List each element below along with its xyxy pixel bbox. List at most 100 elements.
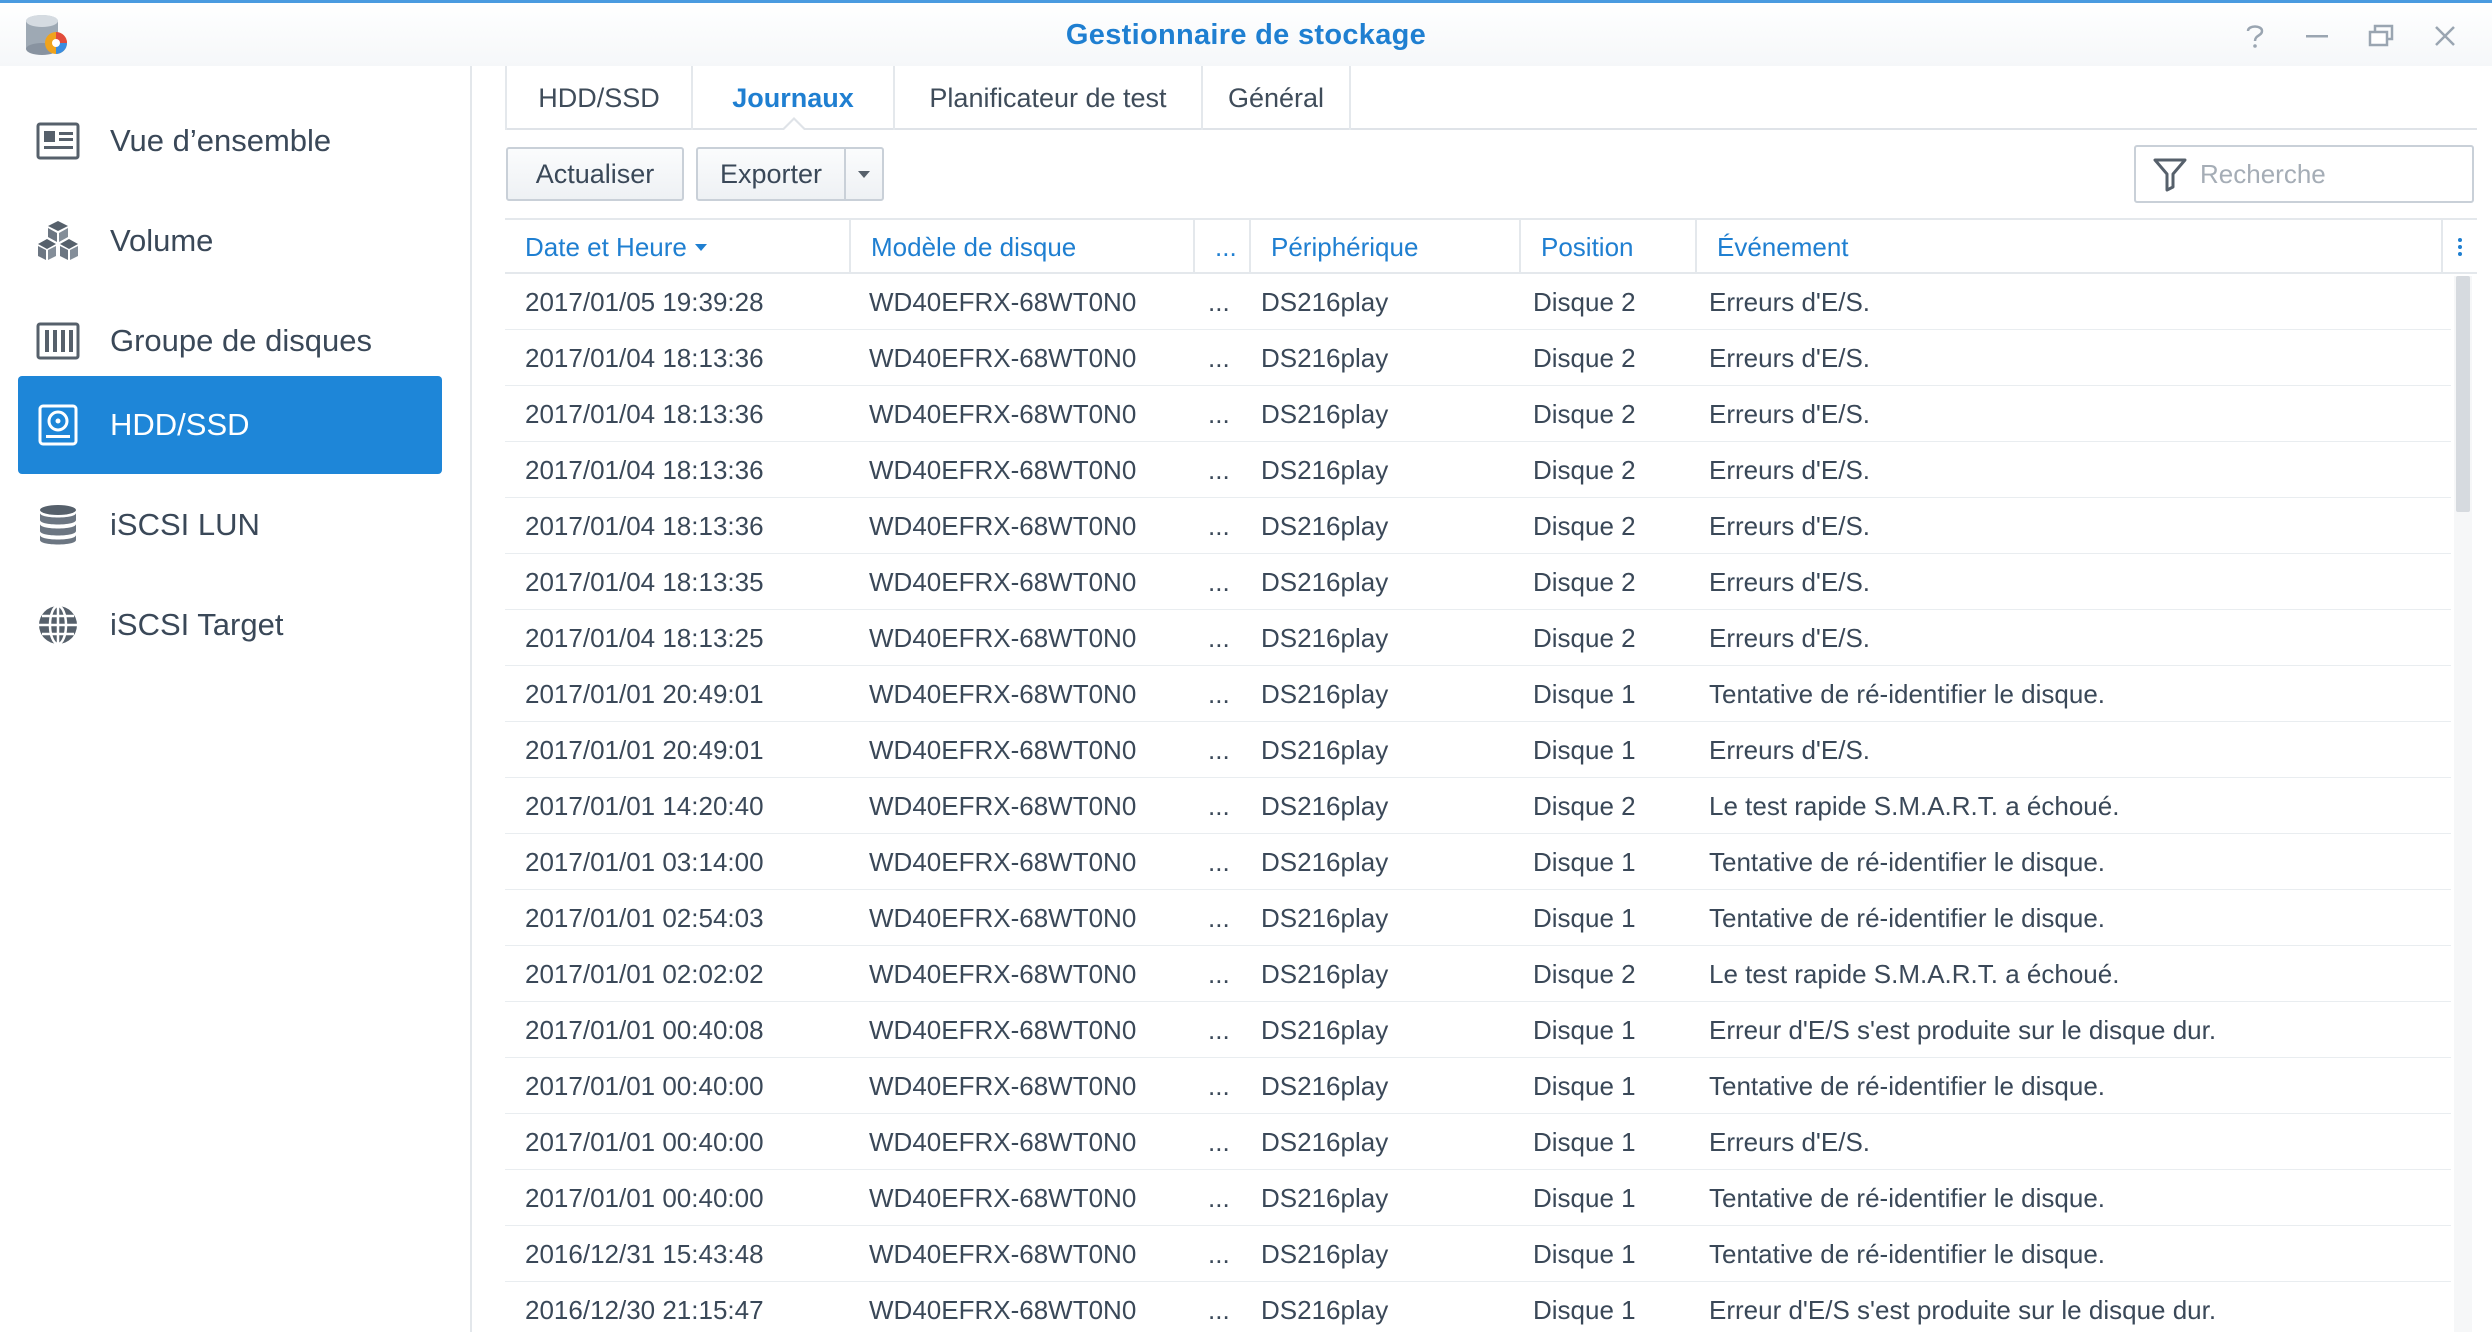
table-row[interactable]: 2017/01/01 02:54:03 WD40EFRX-68WT0N0... DS…: [505, 890, 2451, 946]
sidebar-item-label: HDD/SSD: [110, 407, 250, 442]
cell-model: WD40EFRX-68WT0N0: [869, 1294, 1137, 1325]
cell-event: Erreurs d'E/S.: [1709, 1126, 1871, 1157]
table-row[interactable]: 2017/01/01 00:40:00 WD40EFRX-68WT0N0... DS…: [505, 1170, 2451, 1226]
active-tab-indicator: [782, 117, 806, 130]
table-row[interactable]: 2017/01/04 18:13:36 WD40EFRX-68WT0N0... DS…: [505, 498, 2451, 554]
filter-icon[interactable]: [2152, 156, 2188, 192]
cell-date: 2017/01/01 03:14:00: [525, 846, 764, 877]
cell-event: Erreurs d'E/S.: [1709, 342, 1871, 373]
cell-date: 2017/01/04 18:13:36: [525, 454, 764, 485]
cell-event: Le test rapide S.M.A.R.T. a échoué.: [1709, 958, 2120, 989]
cell-device: DS216play: [1261, 734, 1389, 765]
cell-device: DS216play: [1261, 790, 1389, 821]
cell-position: Disque 2: [1533, 790, 1636, 821]
cell-event: Erreurs d'E/S.: [1709, 622, 1871, 653]
cell-event: Tentative de ré-identifier le disque.: [1709, 1182, 2106, 1213]
table-row[interactable]: 2017/01/01 03:14:00 WD40EFRX-68WT0N0... DS…: [505, 834, 2451, 890]
column-header-model[interactable]: Modèle de disque: [849, 220, 1193, 274]
table-row[interactable]: 2017/01/01 14:20:40 WD40EFRX-68WT0N0... DS…: [505, 778, 2451, 834]
table-row[interactable]: 2017/01/01 20:49:01 WD40EFRX-68WT0N0... DS…: [505, 722, 2451, 778]
cell-model: WD40EFRX-68WT0N0: [869, 1182, 1137, 1213]
cell-event: Tentative de ré-identifier le disque.: [1709, 1070, 2106, 1101]
column-header-event[interactable]: Événement: [1695, 220, 2441, 274]
title-bar: Gestionnaire de stockage: [0, 0, 2492, 66]
tab-general[interactable]: Général: [1201, 66, 1351, 130]
column-header-more[interactable]: ...: [1193, 220, 1249, 274]
log-table: Date et Heure Modèle de disque ... Périp…: [505, 218, 2477, 1332]
table-row[interactable]: 2017/01/01 20:49:01 WD40EFRX-68WT0N0... DS…: [505, 666, 2451, 722]
cell-more: ...: [1208, 454, 1230, 485]
cell-model: WD40EFRX-68WT0N0: [869, 734, 1137, 765]
cell-position: Disque 1: [1533, 846, 1636, 877]
minimize-icon[interactable]: [2298, 17, 2336, 55]
cell-device: DS216play: [1261, 510, 1389, 541]
table-row[interactable]: 2017/01/05 19:39:28 WD40EFRX-68WT0N0... DS…: [505, 274, 2451, 330]
cell-model: WD40EFRX-68WT0N0: [869, 454, 1137, 485]
table-row[interactable]: 2017/01/04 18:13:36 WD40EFRX-68WT0N0... DS…: [505, 330, 2451, 386]
cell-event: Erreurs d'E/S.: [1709, 566, 1871, 597]
cell-more: ...: [1208, 622, 1230, 653]
table-row[interactable]: 2017/01/01 00:40:00 WD40EFRX-68WT0N0... DS…: [505, 1114, 2451, 1170]
table-row[interactable]: 2017/01/04 18:13:35 WD40EFRX-68WT0N0... DS…: [505, 554, 2451, 610]
table-row[interactable]: 2016/12/31 15:43:48 WD40EFRX-68WT0N0... DS…: [505, 1226, 2451, 1282]
cell-model: WD40EFRX-68WT0N0: [869, 1070, 1137, 1101]
export-button[interactable]: Exporter: [698, 149, 846, 199]
sidebar-item-vue-ensemble[interactable]: Vue d’ensemble: [18, 92, 442, 190]
table-row[interactable]: 2017/01/04 18:13:36 WD40EFRX-68WT0N0... DS…: [505, 386, 2451, 442]
cell-device: DS216play: [1261, 622, 1389, 653]
table-body: 2017/01/05 19:39:28 WD40EFRX-68WT0N0... DS…: [505, 274, 2451, 1332]
sidebar-item-iscsi-target[interactable]: iSCSI Target: [18, 576, 442, 674]
cell-date: 2016/12/31 15:43:48: [525, 1238, 764, 1269]
cell-more: ...: [1208, 1238, 1230, 1269]
table-row[interactable]: 2016/12/30 21:15:47 WD40EFRX-68WT0N0... DS…: [505, 1282, 2451, 1332]
sidebar-item-volume[interactable]: Volume: [18, 192, 442, 290]
tab-planificateur-de-test[interactable]: Planificateur de test: [893, 66, 1201, 130]
table-row[interactable]: 2017/01/01 02:02:02 WD40EFRX-68WT0N0... DS…: [505, 946, 2451, 1002]
cell-position: Disque 1: [1533, 902, 1636, 933]
cell-position: Disque 2: [1533, 454, 1636, 485]
sidebar-item-iscsi-lun[interactable]: iSCSI LUN: [18, 476, 442, 574]
cell-date: 2017/01/04 18:13:25: [525, 622, 764, 653]
cell-position: Disque 1: [1533, 1238, 1636, 1269]
scrollbar-thumb[interactable]: [2456, 276, 2470, 512]
cell-event: Erreurs d'E/S.: [1709, 734, 1871, 765]
close-icon[interactable]: [2426, 17, 2464, 55]
cell-device: DS216play: [1261, 1126, 1389, 1157]
cell-position: Disque 1: [1533, 734, 1636, 765]
column-header-position[interactable]: Position: [1519, 220, 1695, 274]
help-icon[interactable]: [2236, 17, 2274, 55]
search-input[interactable]: [2200, 158, 2460, 190]
cell-more: ...: [1208, 790, 1230, 821]
more-vertical-icon: [2458, 238, 2462, 256]
sidebar-item-label: Groupe de disques: [110, 323, 372, 358]
cell-more: ...: [1208, 1014, 1230, 1045]
table-row[interactable]: 2017/01/04 18:13:36 WD40EFRX-68WT0N0... DS…: [505, 442, 2451, 498]
cell-device: DS216play: [1261, 846, 1389, 877]
table-row[interactable]: 2017/01/01 00:40:08 WD40EFRX-68WT0N0... DS…: [505, 1002, 2451, 1058]
cell-more: ...: [1208, 342, 1230, 373]
cell-more: ...: [1208, 286, 1230, 317]
cell-device: DS216play: [1261, 1070, 1389, 1101]
column-header-device[interactable]: Périphérique: [1249, 220, 1519, 274]
cell-event: Tentative de ré-identifier le disque.: [1709, 902, 2106, 933]
cell-model: WD40EFRX-68WT0N0: [869, 510, 1137, 541]
column-menu-button[interactable]: [2441, 220, 2477, 274]
restore-icon[interactable]: [2362, 17, 2400, 55]
tab-hdd-ssd[interactable]: HDD/SSD: [505, 66, 691, 130]
sidebar-item-label: Volume: [110, 223, 214, 258]
cell-more: ...: [1208, 846, 1230, 877]
cell-position: Disque 1: [1533, 1126, 1636, 1157]
chevron-down-icon: [858, 170, 870, 178]
sidebar-item-hdd-ssd[interactable]: HDD/SSD: [18, 376, 442, 474]
cell-device: DS216play: [1261, 398, 1389, 429]
window-title: Gestionnaire de stockage: [1065, 19, 1427, 51]
cell-date: 2017/01/01 02:02:02: [525, 958, 764, 989]
cell-model: WD40EFRX-68WT0N0: [869, 1238, 1137, 1269]
table-row[interactable]: 2017/01/01 00:40:00 WD40EFRX-68WT0N0... DS…: [505, 1058, 2451, 1114]
cell-date: 2017/01/01 02:54:03: [525, 902, 764, 933]
export-dropdown-button[interactable]: [846, 149, 882, 199]
column-header-date[interactable]: Date et Heure: [505, 220, 849, 274]
cell-position: Disque 1: [1533, 1070, 1636, 1101]
refresh-button[interactable]: Actualiser: [506, 147, 684, 201]
table-row[interactable]: 2017/01/04 18:13:25 WD40EFRX-68WT0N0... DS…: [505, 610, 2451, 666]
